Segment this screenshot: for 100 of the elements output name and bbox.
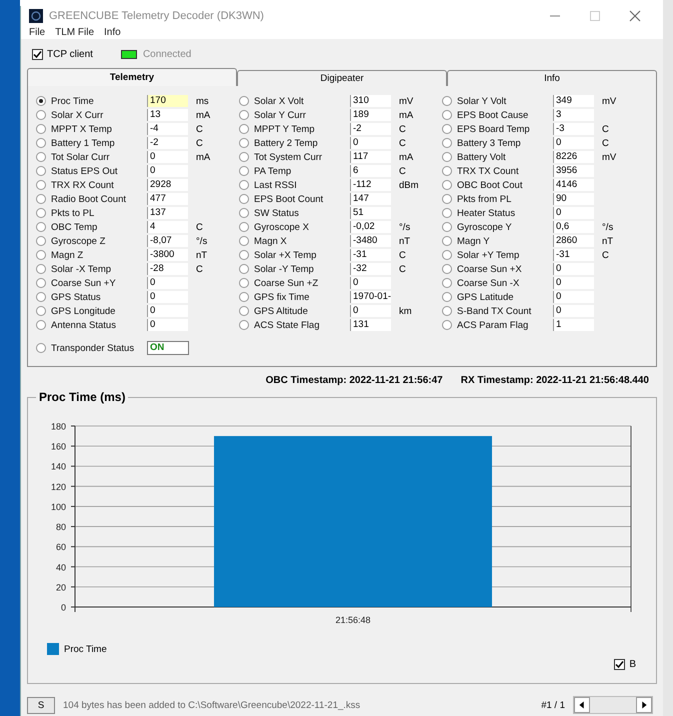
radio-button[interactable]	[442, 222, 452, 232]
radio-button[interactable]	[36, 306, 46, 316]
radio-button[interactable]	[36, 343, 46, 353]
value-field[interactable]: 0,6	[553, 221, 594, 233]
radio-button[interactable]	[239, 180, 249, 190]
value-field[interactable]: -4	[147, 123, 188, 135]
maximize-icon[interactable]	[589, 10, 601, 22]
value-field[interactable]: 137	[147, 207, 188, 219]
radio-button[interactable]	[239, 194, 249, 204]
radio-button[interactable]	[36, 180, 46, 190]
value-field[interactable]: 117	[350, 151, 391, 163]
record-scrollbar[interactable]	[573, 696, 653, 714]
value-field[interactable]: -8,07	[147, 235, 188, 247]
radio-button[interactable]	[239, 222, 249, 232]
radio-button[interactable]	[442, 166, 452, 176]
close-icon[interactable]	[629, 10, 641, 22]
radio-button[interactable]	[36, 152, 46, 162]
radio-button[interactable]	[239, 152, 249, 162]
value-field[interactable]: 8226	[553, 151, 594, 163]
value-field[interactable]: -112	[350, 179, 391, 191]
value-field[interactable]: 0	[350, 305, 391, 317]
radio-button[interactable]	[442, 264, 452, 274]
value-field[interactable]: 0	[553, 277, 594, 289]
radio-button[interactable]	[36, 292, 46, 302]
radio-button[interactable]	[36, 320, 46, 330]
radio-button[interactable]	[36, 166, 46, 176]
value-field[interactable]: -3	[553, 123, 594, 135]
radio-button[interactable]	[36, 208, 46, 218]
radio-button[interactable]	[239, 110, 249, 120]
value-field[interactable]: -28	[147, 263, 188, 275]
tab[interactable]: Telemetry	[27, 68, 237, 86]
radio-button[interactable]	[239, 166, 249, 176]
value-field[interactable]: 0	[553, 263, 594, 275]
b-checkbox[interactable]	[614, 659, 626, 670]
radio-button[interactable]	[442, 292, 452, 302]
radio-button[interactable]	[442, 124, 452, 134]
radio-button[interactable]	[36, 222, 46, 232]
radio-button[interactable]	[239, 124, 249, 134]
radio-button[interactable]	[36, 194, 46, 204]
value-field[interactable]: 170	[147, 95, 188, 107]
value-field[interactable]: 3956	[553, 165, 594, 177]
value-field[interactable]: -0,02	[350, 221, 391, 233]
radio-button[interactable]	[36, 124, 46, 134]
value-field[interactable]: 131	[350, 319, 391, 331]
radio-button[interactable]	[36, 96, 46, 106]
value-field[interactable]: 0	[350, 277, 391, 289]
radio-button[interactable]	[36, 278, 46, 288]
tab[interactable]: Digipeater	[237, 70, 447, 86]
radio-button[interactable]	[239, 292, 249, 302]
radio-button[interactable]	[239, 306, 249, 316]
tcp-checkbox[interactable]	[32, 48, 43, 60]
radio-button[interactable]	[442, 96, 452, 106]
value-field[interactable]: -2	[350, 123, 391, 135]
value-field[interactable]: 0	[147, 277, 188, 289]
value-field[interactable]: -31	[350, 249, 391, 261]
value-field[interactable]: 477	[147, 193, 188, 205]
s-button[interactable]: S	[27, 696, 55, 714]
radio-button[interactable]	[36, 250, 46, 260]
value-field[interactable]: 2928	[147, 179, 188, 191]
value-field[interactable]: 2860	[553, 235, 594, 247]
value-field[interactable]: 0	[147, 151, 188, 163]
value-field[interactable]: 13	[147, 109, 188, 121]
radio-button[interactable]	[239, 264, 249, 274]
value-field[interactable]: 189	[350, 109, 391, 121]
value-field[interactable]: -31	[553, 249, 594, 261]
value-field[interactable]: 0	[350, 137, 391, 149]
value-field[interactable]: 0	[147, 165, 188, 177]
menu-item[interactable]: Info	[104, 26, 121, 38]
value-field[interactable]: 0	[147, 291, 188, 303]
value-field[interactable]: 0	[147, 305, 188, 317]
value-field[interactable]: 90	[553, 193, 594, 205]
value-field[interactable]: 0	[553, 137, 594, 149]
radio-button[interactable]	[442, 320, 452, 330]
value-field[interactable]: 1970-01-	[350, 291, 391, 303]
value-field[interactable]: 349	[553, 95, 594, 107]
radio-button[interactable]	[36, 236, 46, 246]
value-field[interactable]: 1	[553, 319, 594, 331]
radio-button[interactable]	[442, 110, 452, 120]
radio-button[interactable]	[442, 180, 452, 190]
radio-button[interactable]	[442, 250, 452, 260]
radio-button[interactable]	[239, 236, 249, 246]
value-field[interactable]: -3800	[147, 249, 188, 261]
value-field[interactable]: 147	[350, 193, 391, 205]
radio-button[interactable]	[442, 208, 452, 218]
value-field[interactable]: 3	[553, 109, 594, 121]
value-field[interactable]: 51	[350, 207, 391, 219]
radio-button[interactable]	[442, 194, 452, 204]
radio-button[interactable]	[442, 138, 452, 148]
radio-button[interactable]	[239, 96, 249, 106]
radio-button[interactable]	[442, 306, 452, 316]
menu-item[interactable]: File	[29, 26, 46, 38]
radio-button[interactable]	[239, 138, 249, 148]
radio-button[interactable]	[36, 264, 46, 274]
radio-button[interactable]	[442, 278, 452, 288]
radio-button[interactable]	[239, 320, 249, 330]
value-field[interactable]: 6	[350, 165, 391, 177]
value-field[interactable]: 4	[147, 221, 188, 233]
radio-button[interactable]	[442, 236, 452, 246]
tab[interactable]: Info	[447, 70, 657, 86]
value-field[interactable]: 0	[147, 319, 188, 331]
